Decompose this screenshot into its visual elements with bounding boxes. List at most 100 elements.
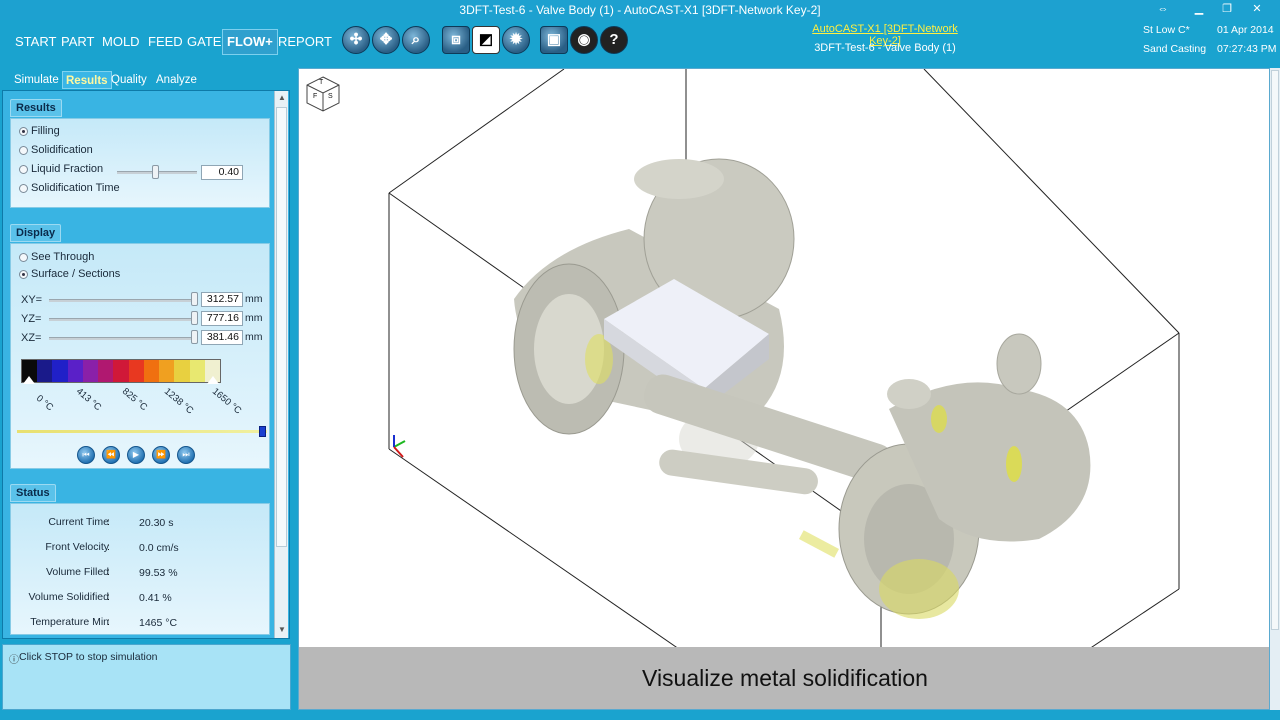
menu-report[interactable]: REPORT bbox=[274, 31, 336, 53]
xz-input[interactable]: 381.46 bbox=[201, 330, 243, 345]
xz-slider[interactable] bbox=[49, 337, 197, 340]
viewport-scrollbar[interactable] bbox=[1270, 68, 1280, 710]
playback-controls: ⏮ ⏪ ▶ ⏩ ⏭ bbox=[77, 446, 207, 466]
yz-unit: mm bbox=[245, 312, 263, 324]
scroll-up-icon[interactable]: ▲ bbox=[278, 93, 286, 102]
color-scale-swatch bbox=[189, 360, 205, 382]
display-section: Display See Through Surface / Sections X… bbox=[10, 224, 270, 469]
yz-slider[interactable] bbox=[49, 318, 197, 321]
results-heading: Results bbox=[10, 99, 62, 117]
radio-surface-sections[interactable] bbox=[19, 270, 28, 279]
status-label: Volume Solidified bbox=[28, 591, 109, 603]
xz-unit: mm bbox=[245, 331, 263, 343]
caption-banner: Visualize metal solidification bbox=[299, 647, 1269, 709]
scroll-down-icon[interactable]: ▼ bbox=[278, 625, 286, 634]
status-colon: : bbox=[107, 566, 110, 578]
scrollbar-thumb[interactable] bbox=[276, 107, 287, 547]
tab-analyze[interactable]: Analyze bbox=[153, 71, 200, 89]
status-value: 1465 °C bbox=[139, 617, 178, 629]
settings-icon[interactable]: ✹ bbox=[502, 26, 530, 54]
radio-filling[interactable] bbox=[19, 127, 28, 136]
help-icon[interactable]: ? bbox=[600, 26, 628, 54]
menu-feed[interactable]: FEED bbox=[144, 31, 187, 53]
tab-quality[interactable]: Quality bbox=[108, 71, 150, 89]
yz-label: YZ= bbox=[21, 313, 42, 325]
tab-simulate[interactable]: Simulate bbox=[11, 71, 62, 89]
xy-input[interactable]: 312.57 bbox=[201, 292, 243, 307]
status-colon: : bbox=[107, 516, 110, 528]
zoom-icon[interactable]: ⌕ bbox=[402, 26, 430, 54]
menu-mold[interactable]: MOLD bbox=[98, 31, 144, 53]
time-progress-thumb[interactable] bbox=[259, 426, 266, 437]
xy-thumb[interactable] bbox=[191, 292, 198, 306]
model-view[interactable] bbox=[299, 69, 1270, 649]
process-label: Sand Casting bbox=[1143, 43, 1207, 55]
camera-icon[interactable]: ▣ bbox=[540, 26, 568, 54]
view-cube-side[interactable]: S bbox=[328, 93, 333, 100]
sub-tabs: Simulate Results Quality Analyze bbox=[0, 68, 295, 90]
section-icon[interactable]: ◩ bbox=[472, 26, 500, 54]
video-icon[interactable]: ◉ bbox=[570, 26, 598, 54]
bounding-box bbox=[388, 69, 1180, 649]
yz-thumb[interactable] bbox=[191, 311, 198, 325]
status-value: 20.30 s bbox=[139, 517, 174, 529]
option-filling[interactable]: Filling bbox=[31, 125, 60, 137]
status-heading: Status bbox=[10, 484, 56, 502]
xz-thumb[interactable] bbox=[191, 330, 198, 344]
scale-tick: 1650 °C bbox=[209, 386, 244, 417]
view-cube[interactable]: T F S bbox=[305, 75, 341, 113]
viewport-scroll-thumb[interactable] bbox=[1271, 70, 1279, 630]
menu-gate[interactable]: GATE bbox=[183, 31, 225, 53]
scale-min-marker[interactable] bbox=[23, 376, 35, 384]
radio-solidification[interactable] bbox=[19, 146, 28, 155]
play-button[interactable]: ▶ bbox=[127, 446, 145, 464]
menu-part[interactable]: PART bbox=[57, 31, 98, 53]
tab-results[interactable]: Results bbox=[62, 71, 112, 89]
view-cube-front[interactable]: F bbox=[313, 93, 317, 100]
scale-max-marker[interactable] bbox=[207, 376, 219, 384]
close-button[interactable]: ✕ bbox=[1244, 0, 1270, 18]
rewind-button[interactable]: ⏪ bbox=[102, 446, 120, 464]
view-cube-top[interactable]: T bbox=[319, 79, 323, 86]
first-frame-button[interactable]: ⏮ bbox=[77, 446, 95, 464]
last-frame-button[interactable]: ⏭ bbox=[177, 446, 195, 464]
radio-solidification-time[interactable] bbox=[19, 184, 28, 193]
minimize-button[interactable]: ▁ bbox=[1186, 0, 1212, 18]
pan-icon[interactable]: ✥ bbox=[372, 26, 400, 54]
fast-forward-button[interactable]: ⏩ bbox=[152, 446, 170, 464]
menu-flow[interactable]: FLOW+ bbox=[222, 29, 278, 55]
option-liquid-fraction[interactable]: Liquid Fraction bbox=[31, 163, 103, 175]
maximize-button[interactable]: ❐ bbox=[1214, 0, 1240, 18]
option-surface-sections[interactable]: Surface / Sections bbox=[31, 268, 120, 280]
time-progress-track[interactable] bbox=[17, 430, 267, 433]
option-see-through[interactable]: See Through bbox=[31, 251, 94, 263]
status-label: Temperature Min bbox=[30, 616, 109, 628]
status-value: 0.41 % bbox=[139, 592, 172, 604]
left-panel-scrollbar[interactable]: ▲ ▼ bbox=[274, 91, 288, 638]
3d-viewport[interactable]: T F S Visualize metal solidification bbox=[298, 68, 1270, 710]
color-scale-swatch bbox=[143, 360, 160, 382]
restore-icon[interactable]: ⇔ bbox=[1150, 0, 1176, 18]
xz-label: XZ= bbox=[21, 332, 42, 344]
yz-input[interactable]: 777.16 bbox=[201, 311, 243, 326]
radio-see-through[interactable] bbox=[19, 253, 28, 262]
radio-liquid-fraction[interactable] bbox=[19, 165, 28, 174]
results-section: Results Filling Solidification Liquid Fr… bbox=[10, 99, 270, 209]
color-scale-swatch bbox=[52, 360, 68, 382]
hint-text: Click STOP to stop simulation bbox=[19, 651, 158, 663]
fit-icon[interactable]: ⧈ bbox=[442, 26, 470, 54]
liquid-fraction-input[interactable]: 0.40 bbox=[201, 165, 243, 180]
color-scale-swatch bbox=[174, 360, 190, 382]
rotate-icon[interactable]: ✣ bbox=[342, 26, 370, 54]
color-scale-swatch bbox=[37, 360, 53, 382]
liquid-fraction-thumb[interactable] bbox=[152, 165, 159, 179]
menu-start[interactable]: START bbox=[11, 31, 60, 53]
option-solidification-time[interactable]: Solidification Time bbox=[31, 182, 120, 194]
option-solidification[interactable]: Solidification bbox=[31, 144, 93, 156]
material-label: St Low C* bbox=[1143, 24, 1190, 36]
status-value: 99.53 % bbox=[139, 567, 178, 579]
hint-box: ⓘ Click STOP to stop simulation bbox=[2, 644, 291, 710]
time-label: 07:27:43 PM bbox=[1217, 43, 1277, 55]
xy-slider[interactable] bbox=[49, 299, 197, 302]
status-body: Current Time : 20.30 s Front Velocity : … bbox=[10, 503, 270, 635]
